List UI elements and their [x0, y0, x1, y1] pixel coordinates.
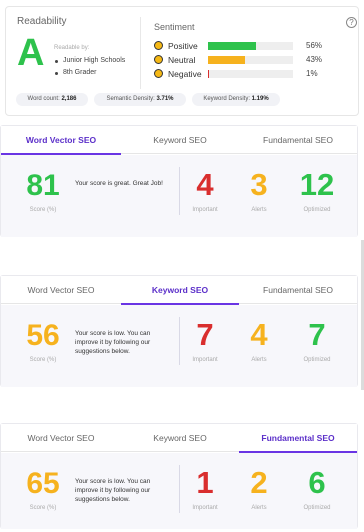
metrics-divider — [179, 317, 180, 365]
sentiment-percent: 43% — [306, 55, 323, 64]
metric-optimized[interactable]: 7 Optimized — [293, 315, 341, 363]
optimized-label: Optimized — [303, 505, 331, 511]
score-value: 56 — [26, 319, 60, 352]
tab-keyword-seo[interactable]: Keyword SEO — [121, 424, 239, 452]
sentiment-percent: 1% — [306, 69, 318, 78]
metrics-divider — [179, 167, 180, 215]
alerts-count: 2 — [250, 465, 268, 500]
readable-by-label: Readable by: — [54, 45, 90, 51]
neutral-face-icon — [154, 55, 163, 64]
optimized-count: 12 — [299, 167, 335, 202]
sentiment-label: Positive — [168, 41, 198, 51]
alerts-count: 4 — [250, 317, 268, 352]
semantic-density-label: Semantic Density: — [106, 96, 155, 102]
score-summary: 81 Score (%) Your score is great. Great … — [1, 155, 357, 237]
score-message: Your score is low. You can improve it by… — [75, 330, 151, 355]
audience-list: Junior High Schools 8th Grader — [54, 55, 125, 79]
sentiment-label: Negative — [168, 69, 202, 79]
score-label: Score (%) — [29, 207, 57, 213]
seo-panel-fundamental: Word Vector SEO Keyword SEO Fundamental … — [0, 423, 358, 529]
tab-fundamental-seo[interactable]: Fundamental SEO — [239, 276, 357, 304]
score-summary: 56 Score (%) Your score is low. You can … — [1, 305, 357, 387]
word-count-label: Word count: — [27, 96, 60, 102]
optimized-count: 6 — [308, 465, 326, 500]
tab-word-vector-seo[interactable]: Word Vector SEO — [1, 276, 121, 304]
tab-word-vector-seo[interactable]: Word Vector SEO — [1, 424, 121, 452]
frown-icon — [154, 69, 163, 78]
card-divider — [140, 17, 141, 89]
important-label: Important — [192, 357, 218, 363]
seo-panel-keyword: Word Vector SEO Keyword SEO Fundamental … — [0, 275, 358, 387]
alerts-label: Alerts — [251, 505, 267, 511]
tab-fundamental-seo[interactable]: Fundamental SEO — [239, 126, 357, 154]
alerts-label: Alerts — [251, 357, 267, 363]
audience-item: 8th Grader — [54, 67, 125, 79]
word-count-pill: Word count: 2,186 — [16, 93, 88, 106]
keyword-density-label: Keyword Density: — [203, 96, 250, 102]
metrics-divider — [179, 465, 180, 513]
metric-optimized[interactable]: 6 Optimized — [293, 463, 341, 511]
sentiment-bar-track — [208, 42, 293, 50]
metric-optimized[interactable]: 12 Optimized — [293, 165, 341, 213]
important-label: Important — [192, 505, 218, 511]
tab-word-vector-seo[interactable]: Word Vector SEO — [1, 126, 121, 155]
smile-icon — [154, 41, 163, 50]
seo-panel-word-vector: Word Vector SEO Keyword SEO Fundamental … — [0, 125, 358, 237]
seo-tabs: Word Vector SEO Keyword SEO Fundamental … — [1, 276, 357, 305]
alerts-count: 3 — [250, 167, 268, 202]
optimized-count: 7 — [308, 317, 326, 352]
sentiment-title: Sentiment — [154, 22, 195, 32]
optimized-label: Optimized — [303, 207, 331, 213]
metric-important[interactable]: 1 Important — [181, 463, 229, 511]
score-label: Score (%) — [29, 357, 57, 363]
tab-fundamental-seo[interactable]: Fundamental SEO — [239, 424, 357, 453]
sentiment-percent: 56% — [306, 41, 323, 50]
seo-tabs: Word Vector SEO Keyword SEO Fundamental … — [1, 126, 357, 155]
readability-title: Readability — [17, 16, 67, 27]
alerts-label: Alerts — [251, 207, 267, 213]
important-count: 4 — [196, 167, 214, 202]
score-value: 81 — [26, 169, 60, 202]
score-label: Score (%) — [29, 505, 57, 511]
sentiment-bar-fill — [208, 42, 256, 50]
score-summary: 65 Score (%) Your score is low. You can … — [1, 453, 357, 529]
help-icon[interactable]: ? — [346, 17, 357, 28]
readability-sentiment-card: Readability A Readable by: Junior High S… — [5, 6, 359, 116]
important-label: Important — [192, 207, 218, 213]
important-count: 1 — [196, 465, 214, 500]
readability-grade: A — [17, 32, 45, 74]
score-value: 65 — [26, 467, 60, 500]
semantic-density-value: 3.71% — [156, 96, 174, 102]
metric-alerts[interactable]: 2 Alerts — [235, 463, 283, 511]
important-count: 7 — [196, 317, 214, 352]
sentiment-row-neutral: Neutral 43% — [154, 54, 354, 66]
metric-alerts[interactable]: 3 Alerts — [235, 165, 283, 213]
keyword-density-value: 1.19% — [251, 96, 269, 102]
semantic-density-pill: Semantic Density: 3.71% — [94, 93, 186, 106]
seo-tabs: Word Vector SEO Keyword SEO Fundamental … — [1, 424, 357, 453]
tab-keyword-seo[interactable]: Keyword SEO — [121, 276, 239, 305]
optimized-label: Optimized — [303, 357, 331, 363]
metric-important[interactable]: 4 Important — [181, 165, 229, 213]
sentiment-bar-track — [208, 70, 293, 78]
sentiment-row-negative: Negative 1% — [154, 68, 354, 80]
audience-item: Junior High Schools — [54, 55, 125, 67]
word-count-value: 2,186 — [61, 96, 77, 102]
sentiment-row-positive: Positive 56% — [154, 40, 354, 52]
sentiment-bar-fill — [208, 56, 245, 64]
sentiment-label: Neutral — [168, 55, 196, 65]
sentiment-bar-fill — [208, 70, 209, 78]
score-message: Your score is low. You can improve it by… — [75, 478, 151, 503]
tab-keyword-seo[interactable]: Keyword SEO — [121, 126, 239, 154]
sentiment-bar-track — [208, 56, 293, 64]
metric-important[interactable]: 7 Important — [181, 315, 229, 363]
keyword-density-pill: Keyword Density: 1.19% — [192, 93, 280, 106]
metric-alerts[interactable]: 4 Alerts — [235, 315, 283, 363]
score-message: Your score is great. Great Job! — [75, 180, 163, 187]
